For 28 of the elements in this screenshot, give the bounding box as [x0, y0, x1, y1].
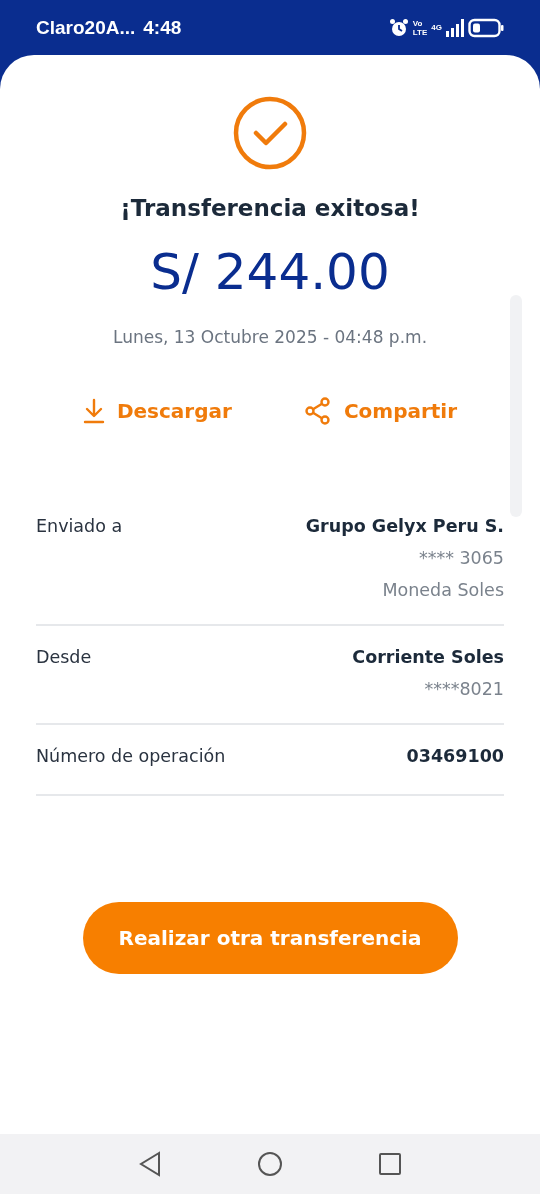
battery-icon [468, 17, 504, 38]
download-button[interactable]: Descargar [82, 397, 232, 425]
detail-value: Moneda Soles [382, 579, 504, 602]
detail-value: Grupo Gelyx Peru S. [305, 515, 504, 538]
signal-icon [446, 18, 464, 37]
success-title: ¡Transferencia exitosa! [120, 195, 420, 221]
detail-label: Número de operación [36, 745, 226, 768]
detail-label: Desde [36, 646, 92, 669]
home-icon[interactable] [257, 1151, 283, 1177]
back-icon[interactable] [138, 1151, 162, 1177]
new-transfer-button[interactable]: Realizar otra transferencia [82, 902, 458, 974]
transfer-amount: S/ 244.00 [150, 243, 390, 301]
check-circle-icon [232, 95, 308, 171]
recents-icon[interactable] [378, 1152, 402, 1176]
alarm-icon [388, 17, 409, 38]
carrier-name: Claro20A... [36, 16, 136, 39]
network-type: 4G [431, 23, 442, 32]
detail-value: ****8021 [424, 678, 504, 701]
detail-label: Enviado a [36, 515, 123, 538]
detail-value: Corriente Soles [352, 646, 504, 669]
detail-value: 03469100 [406, 745, 504, 768]
detail-value: **** 3065 [418, 547, 504, 570]
transfer-datetime: Lunes, 13 Octubre 2025 - 04:48 p.m. [112, 327, 428, 347]
clock-time: 4:48 [143, 16, 182, 39]
share-button[interactable]: Compartir [303, 397, 458, 425]
volte-indicator: Vo LTE [412, 18, 428, 37]
share-icon [303, 397, 332, 425]
download-icon [82, 398, 105, 424]
